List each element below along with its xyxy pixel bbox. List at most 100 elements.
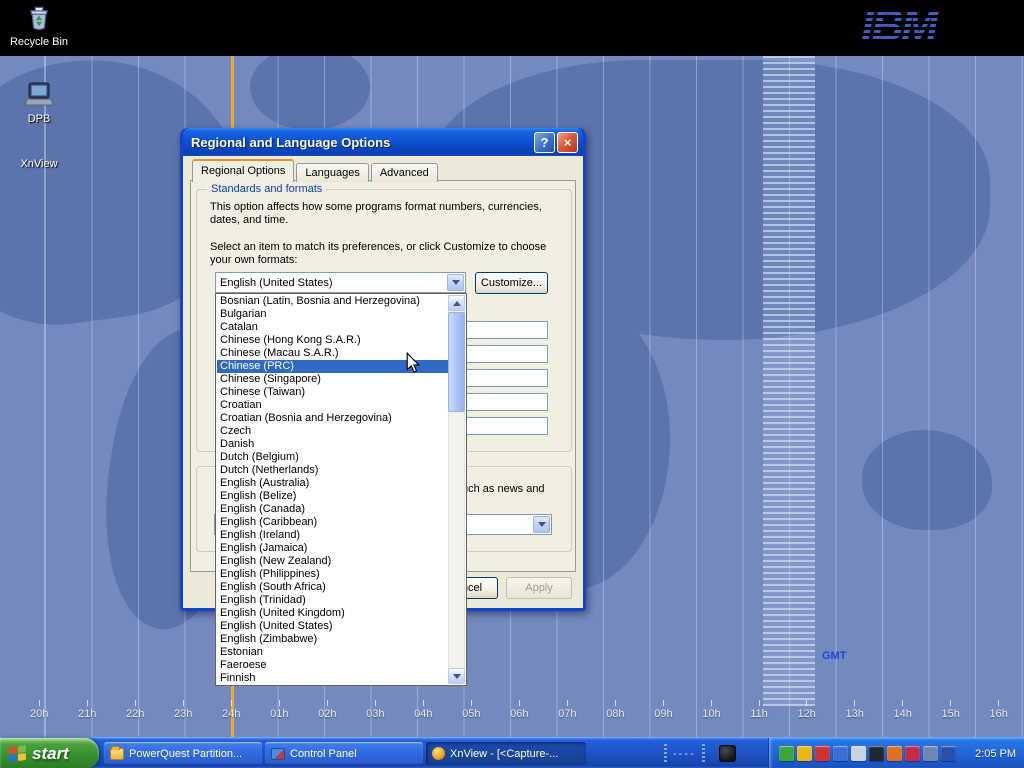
hour-label: 13h <box>845 700 863 720</box>
taskbar-toolbar-segment[interactable]: ---- <box>658 741 764 766</box>
taskbar: start PowerQuest Partition... Control Pa… <box>0 737 1024 768</box>
hour-label: 12h <box>797 700 815 720</box>
dialog-tab[interactable]: Languages <box>296 163 368 182</box>
locale-option[interactable]: Dutch (Netherlands) <box>217 464 448 477</box>
tray-icon-3[interactable] <box>815 746 830 761</box>
hour-label: 04h <box>414 700 432 720</box>
combobox-dropdown-button[interactable] <box>447 274 464 291</box>
mouse-cursor <box>405 352 421 374</box>
locale-option[interactable]: English (New Zealand) <box>217 555 448 568</box>
toolbar-grip-handle[interactable] <box>664 744 667 764</box>
desktop-icon-label: Recycle Bin <box>6 36 72 48</box>
recycle-bin-icon <box>23 3 55 33</box>
tray-icon-1[interactable] <box>779 746 794 761</box>
desktop-icon-dpb[interactable]: DPB <box>6 80 72 125</box>
close-button[interactable]: × <box>557 132 578 153</box>
hour-label: 09h <box>654 700 672 720</box>
hour-label: 15h <box>941 700 959 720</box>
combobox-dropdown-button[interactable] <box>533 516 550 533</box>
tray-icon-4[interactable] <box>833 746 848 761</box>
hour-label: 11h <box>750 700 768 720</box>
system-tray: 2:05 PM <box>768 738 1024 768</box>
locale-option[interactable]: English (Caribbean) <box>217 516 448 529</box>
tray-icon-10[interactable] <box>941 746 956 761</box>
hour-label: 21h <box>78 700 96 720</box>
taskbar-button-powerquest[interactable]: PowerQuest Partition... <box>104 742 262 765</box>
chevron-down-icon <box>453 674 461 679</box>
dialog-tab[interactable]: Advanced <box>371 163 438 182</box>
control-panel-icon <box>271 748 285 760</box>
hour-label: 07h <box>558 700 576 720</box>
hour-label: 05h <box>462 700 480 720</box>
tray-icon-2[interactable] <box>797 746 812 761</box>
tray-icon-6[interactable] <box>869 746 884 761</box>
customize-button[interactable]: Customize... <box>475 272 548 294</box>
locale-option[interactable]: Danish <box>217 438 448 451</box>
gmt-label: GMT <box>822 650 846 662</box>
locale-option[interactable]: English (Philippines) <box>217 568 448 581</box>
chevron-down-icon <box>538 522 546 527</box>
scrollbar-thumb[interactable] <box>448 312 465 412</box>
locale-option[interactable]: English (Australia) <box>217 477 448 490</box>
locale-option[interactable]: Catalan <box>217 321 448 334</box>
locale-option[interactable]: Estonian <box>217 646 448 659</box>
hour-label: 23h <box>174 700 192 720</box>
dialog-tab[interactable]: Regional Options <box>192 159 294 182</box>
desktop-icon-label: DPB <box>6 113 72 125</box>
locale-option[interactable]: English (United Kingdom) <box>217 607 448 620</box>
locale-combobox[interactable]: English (United States) <box>215 272 466 293</box>
locale-option[interactable]: English (Belize) <box>217 490 448 503</box>
taskbar-button-label: PowerQuest Partition... <box>129 748 242 760</box>
locale-option[interactable]: English (Ireland) <box>217 529 448 542</box>
locale-option[interactable]: English (Zimbabwe) <box>217 633 448 646</box>
locale-option[interactable]: Chinese (Taiwan) <box>217 386 448 399</box>
hour-label: 10h <box>702 700 720 720</box>
toolbar-grip-handle[interactable] <box>702 744 705 764</box>
help-button[interactable]: ? <box>534 132 555 153</box>
locale-option[interactable]: Croatian (Bosnia and Herzegovina) <box>217 412 448 425</box>
apply-button[interactable]: Apply <box>506 577 572 599</box>
window-title: Regional and Language Options <box>191 135 532 150</box>
desktop: GMT 20h21h22h23h24h01h02h03h04h05h06h07h… <box>0 0 1024 768</box>
locale-option[interactable]: English (Jamaica) <box>217 542 448 555</box>
hour-label: 22h <box>126 700 144 720</box>
windows-flag-icon <box>9 745 26 762</box>
taskbar-button-xnview[interactable]: XnView - [<Capture-... <box>426 742 586 765</box>
scroll-up-button[interactable] <box>448 295 465 311</box>
locale-option[interactable]: Bosnian (Latin, Bosnia and Herzegovina) <box>217 295 448 308</box>
laptop-icon <box>23 80 55 110</box>
locale-option[interactable]: English (United States) <box>217 620 448 633</box>
locale-option[interactable]: Bulgarian <box>217 308 448 321</box>
locale-option[interactable]: Chinese (Hong Kong S.A.R.) <box>217 334 448 347</box>
taskbar-clock[interactable]: 2:05 PM <box>975 748 1016 760</box>
hour-label: 14h <box>893 700 911 720</box>
locale-option[interactable]: English (Trinidad) <box>217 594 448 607</box>
locale-option[interactable]: Dutch (Belgium) <box>217 451 448 464</box>
locale-option[interactable]: English (South Africa) <box>217 581 448 594</box>
desktop-icon-xnview[interactable]: XnView <box>6 158 72 170</box>
group-label: Standards and formats <box>207 183 326 195</box>
chevron-up-icon <box>453 301 461 306</box>
tray-icon-7[interactable] <box>887 746 902 761</box>
scroll-down-button[interactable] <box>448 668 465 684</box>
locale-option[interactable]: English (Canada) <box>217 503 448 516</box>
hour-label: 20h <box>30 700 48 720</box>
locale-option[interactable]: Finnish <box>217 672 448 684</box>
window-titlebar[interactable]: Regional and Language Options ? × <box>183 128 583 156</box>
locale-option[interactable]: Croatian <box>217 399 448 412</box>
locale-combobox-value: English (United States) <box>216 277 446 289</box>
desktop-icon-recycle-bin[interactable]: Recycle Bin <box>6 3 72 48</box>
locale-option[interactable]: Czech <box>217 425 448 438</box>
start-button[interactable]: start <box>0 738 99 768</box>
tray-icon-8[interactable] <box>905 746 920 761</box>
list-scrollbar[interactable] <box>448 295 465 684</box>
location-description-fragment: uch as news and <box>462 483 562 496</box>
locale-option[interactable]: Faeroese <box>217 659 448 672</box>
folder-icon <box>110 748 124 760</box>
taskbar-dark-icon[interactable] <box>719 745 736 762</box>
hour-label: 24h <box>222 700 240 720</box>
tray-icon-9[interactable] <box>923 746 938 761</box>
locale-option[interactable]: Chinese (Singapore) <box>217 373 448 386</box>
taskbar-button-control-panel[interactable]: Control Panel <box>265 742 423 765</box>
tray-icon-5[interactable] <box>851 746 866 761</box>
